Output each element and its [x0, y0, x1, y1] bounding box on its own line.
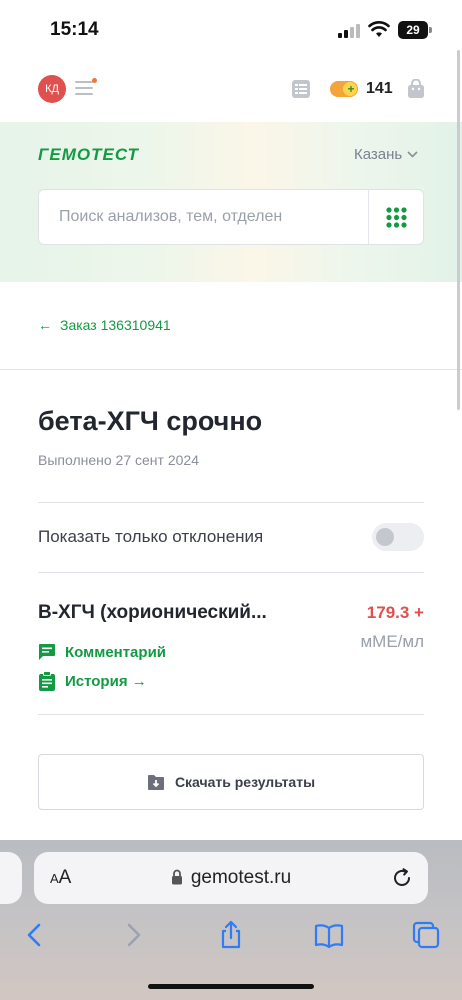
battery-icon: 29	[398, 21, 432, 39]
forward-icon[interactable]	[118, 920, 148, 950]
menu-icon[interactable]	[75, 78, 97, 98]
list-icon[interactable]	[291, 79, 311, 99]
url-field[interactable]: gemotest.ru	[34, 867, 428, 889]
battery-level: 29	[398, 21, 428, 39]
history-label: История →	[65, 672, 147, 690]
deviations-toggle[interactable]	[372, 523, 424, 551]
back-icon[interactable]	[20, 920, 50, 950]
completion-date: Выполнено 27 сент 2024	[38, 452, 199, 468]
back-to-order-link[interactable]: ← Заказ 136310941	[38, 317, 171, 333]
home-indicator[interactable]	[148, 984, 314, 989]
download-label: Скачать результаты	[174, 774, 316, 790]
divider	[0, 369, 462, 370]
hero-section: ГЕМОТЕСТ Казань	[0, 122, 462, 282]
status-bar: 15:14 29	[0, 0, 462, 60]
clipboard-icon	[39, 671, 55, 691]
brand-logo[interactable]: ГЕМОТЕСТ	[38, 145, 139, 165]
divider	[38, 572, 424, 573]
wifi-icon	[368, 21, 390, 37]
back-link-label: Заказ 136310941	[60, 317, 171, 333]
divider	[38, 714, 424, 715]
tabs-icon[interactable]	[411, 920, 441, 950]
test-name[interactable]: B-ХГЧ (хорионический...	[38, 602, 278, 624]
grid-icon[interactable]	[369, 190, 424, 244]
status-time: 15:14	[50, 19, 99, 40]
notification-dot	[92, 78, 97, 83]
divider	[38, 502, 424, 503]
test-value: 179.3 +	[366, 603, 424, 622]
test-unit: мМЕ/мл	[360, 632, 424, 651]
city-selector[interactable]: Казань	[354, 146, 418, 163]
comment-link[interactable]: Комментарий	[38, 641, 166, 663]
history-link[interactable]: История →	[38, 670, 147, 692]
toggle-knob	[376, 528, 394, 546]
page-title: бета-ХГЧ срочно	[38, 406, 263, 436]
download-icon	[147, 775, 164, 790]
share-icon[interactable]	[216, 920, 246, 950]
address-bar[interactable]: AA gemotest.ru	[34, 852, 428, 904]
bag-icon[interactable]	[406, 79, 426, 99]
city-label: Казань	[354, 146, 403, 163]
download-results-button[interactable]: Скачать результаты	[38, 754, 424, 810]
bonus-count: 141	[366, 80, 393, 97]
deviations-filter-label: Показать только отклонения	[38, 527, 264, 546]
chevron-down-icon	[407, 151, 418, 158]
bonus-balance[interactable]: + 141	[330, 79, 393, 99]
search-input[interactable]	[39, 190, 369, 244]
browser-bar: AA gemotest.ru	[0, 840, 462, 1000]
reload-icon[interactable]	[390, 866, 414, 890]
bookmarks-icon[interactable]	[314, 920, 344, 950]
back-arrow-icon: ←	[38, 317, 52, 333]
app-header: КД + 141	[0, 66, 462, 112]
url-text: gemotest.ru	[190, 867, 292, 888]
previous-tab-preview[interactable]	[0, 852, 22, 904]
browser-toolbar	[0, 918, 462, 954]
avatar[interactable]: КД	[38, 75, 66, 103]
signal-icon	[338, 24, 360, 38]
bonus-coin-icon: +	[330, 81, 358, 97]
search-box	[38, 189, 424, 245]
scrollbar[interactable]	[457, 50, 460, 410]
lock-icon	[171, 869, 182, 885]
comment-icon	[39, 644, 55, 660]
comment-label: Комментарий	[65, 643, 167, 661]
